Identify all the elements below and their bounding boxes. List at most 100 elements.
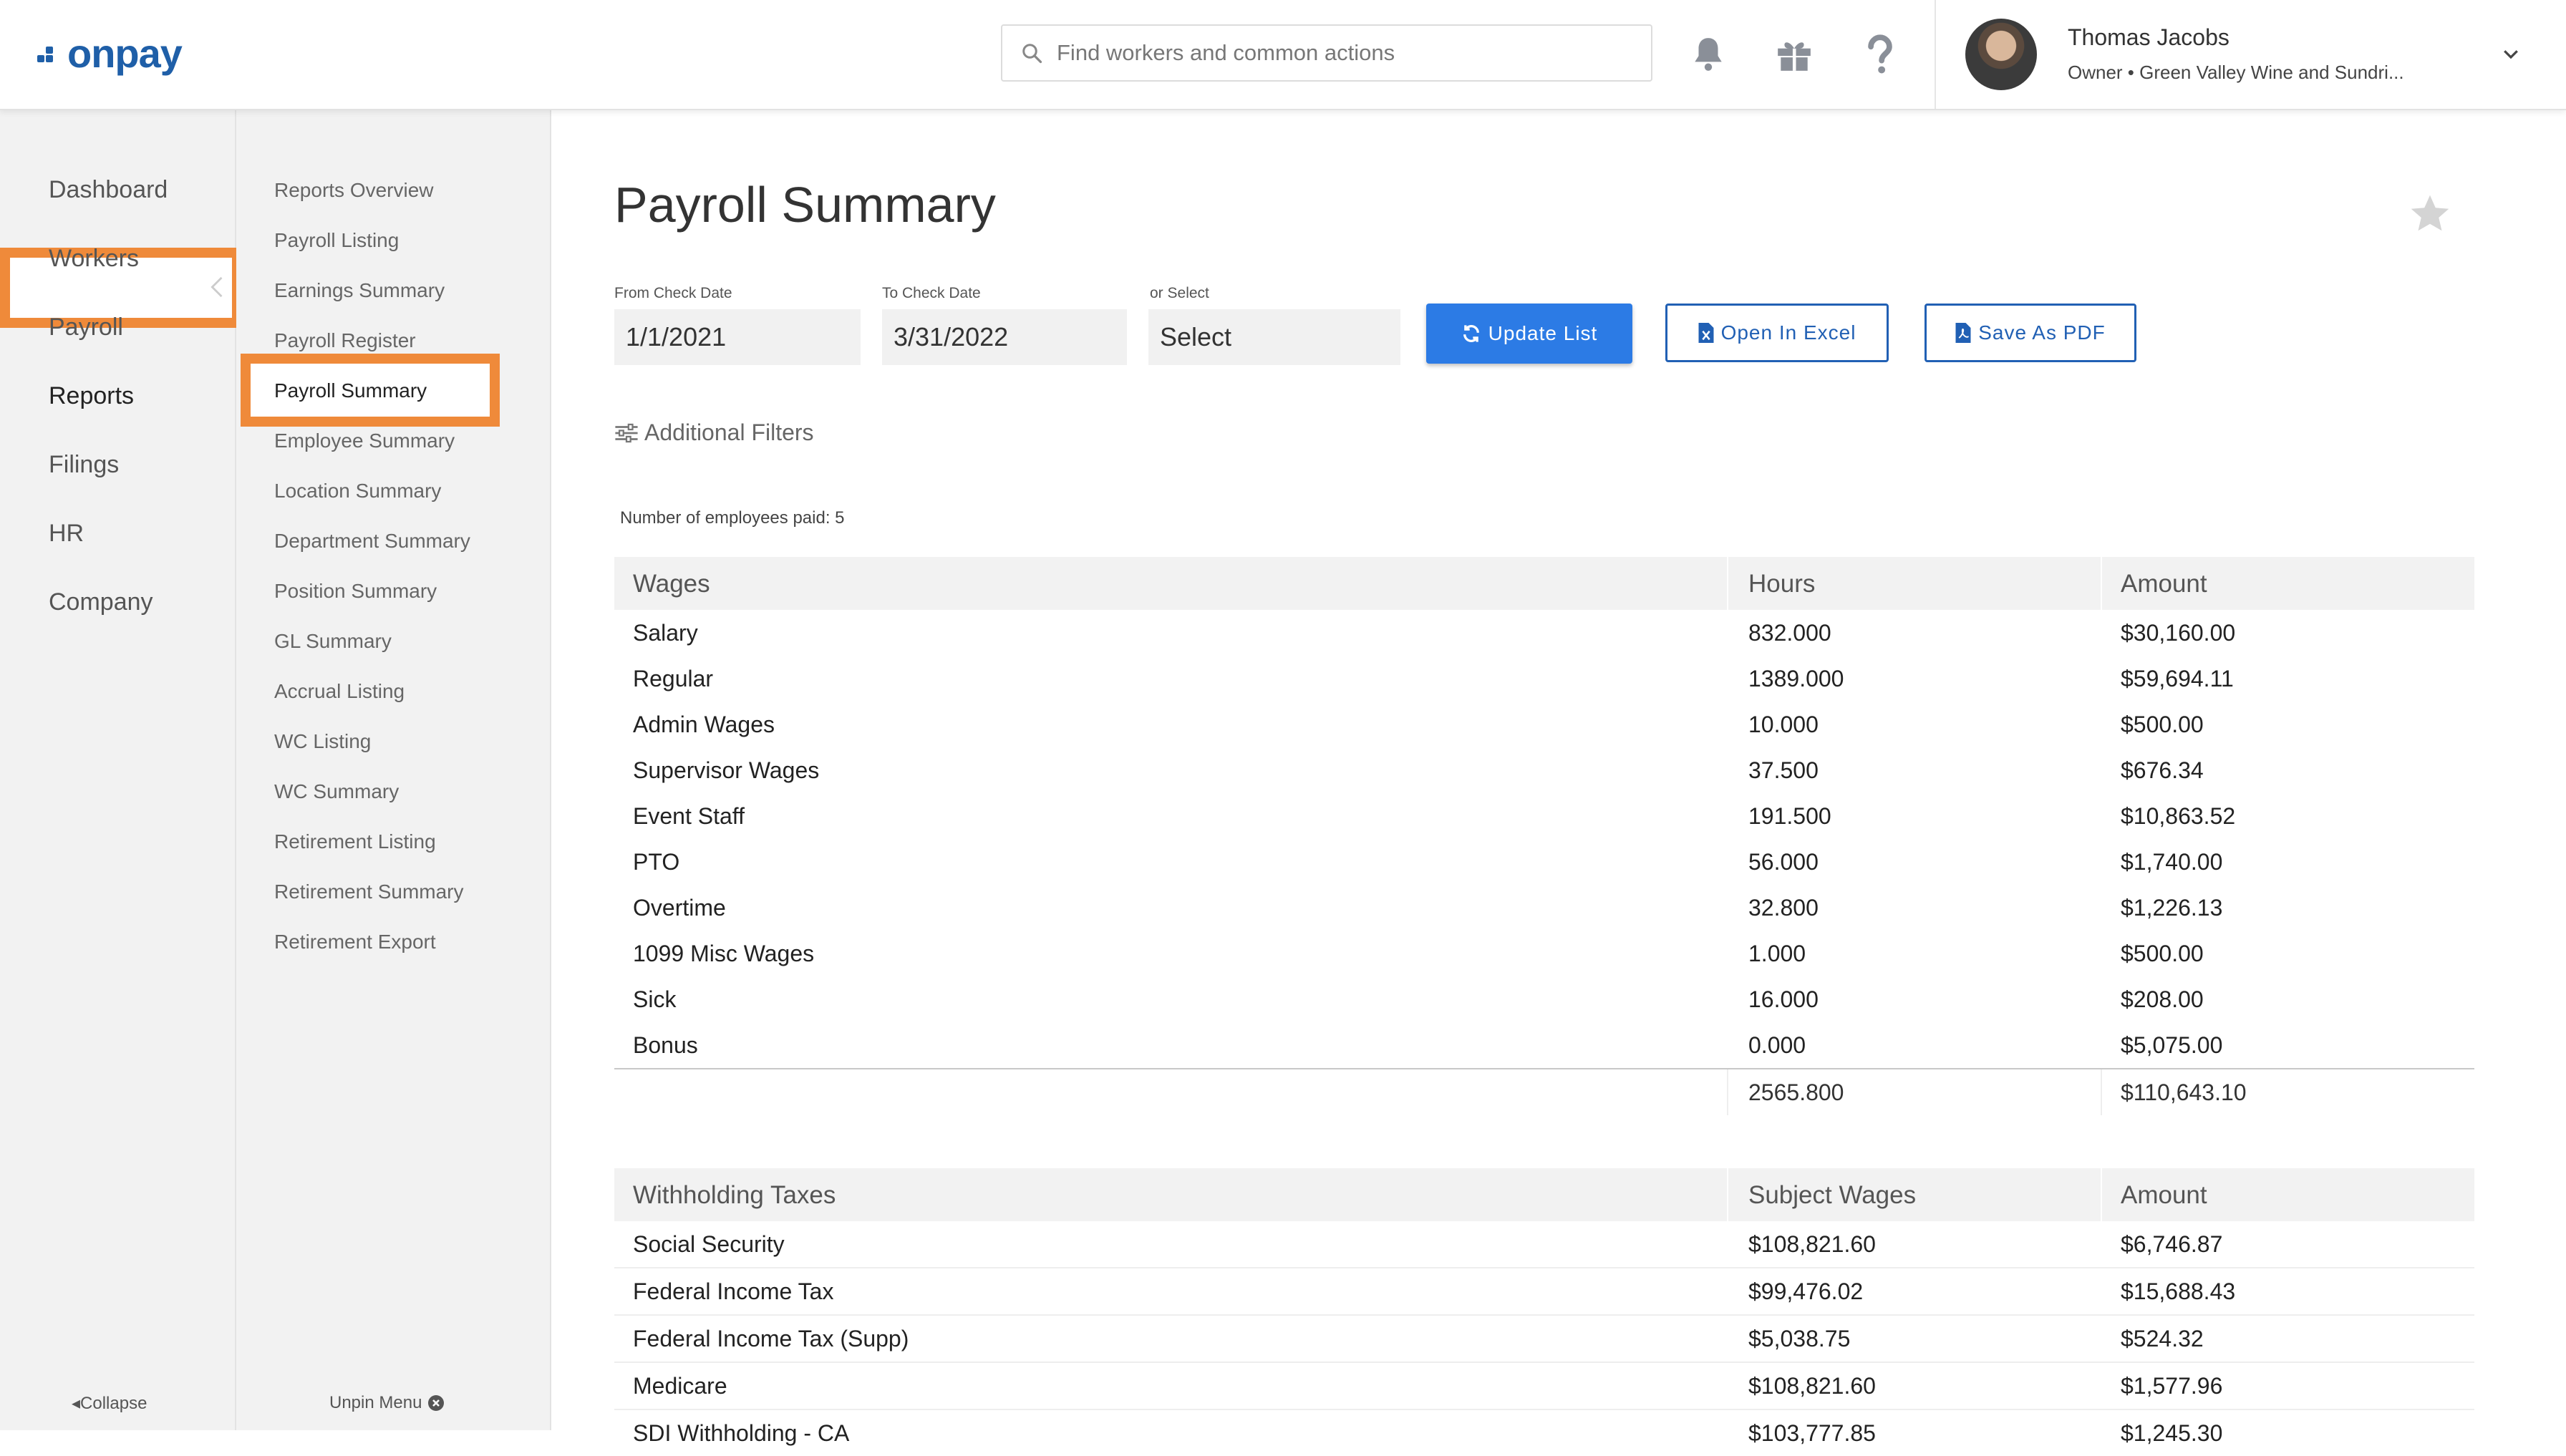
onpay-logo[interactable]: onpay [37, 31, 183, 76]
tax-amount: $15,688.43 [2121, 1278, 2236, 1304]
table-row: SDI Withholding - CA $103,777.85 $1,245.30 [614, 1410, 2474, 1456]
table-row: Social Security $108,821.60 $6,746.87 [614, 1221, 2474, 1268]
subnav-retirement-export[interactable]: Retirement Export [274, 931, 436, 953]
wage-hours: 16.000 [1748, 986, 1819, 1012]
pdf-file-icon [1955, 323, 1971, 343]
refresh-icon [1463, 325, 1479, 342]
nav-item-workers[interactable]: Workers [49, 245, 139, 273]
withholding-taxes-table: Withholding Taxes Subject Wages Amount S… [614, 1168, 2474, 1456]
nav-item-company[interactable]: Company [49, 588, 153, 616]
employees-paid-count: Number of employees paid: 5 [620, 508, 845, 528]
table-row: Federal Income Tax $99,476.02 $15,688.43 [614, 1268, 2474, 1316]
tax-amount: $6,746.87 [2121, 1231, 2223, 1257]
subnav-earnings-summary[interactable]: Earnings Summary [274, 279, 445, 302]
wage-amount: $500.00 [2121, 941, 2204, 966]
wage-hours: 0.000 [1748, 1032, 1806, 1058]
nav-item-hr[interactable]: HR [49, 520, 84, 548]
gift-icon[interactable] [1773, 33, 1816, 76]
user-divider [1935, 0, 1936, 109]
subnav-reports-overview[interactable]: Reports Overview [274, 179, 434, 202]
subnav-location-summary[interactable]: Location Summary [274, 480, 441, 503]
subnav-retirement-summary[interactable]: Retirement Summary [274, 880, 464, 903]
subnav-accrual-listing[interactable]: Accrual Listing [274, 680, 405, 703]
subnav-payroll-listing[interactable]: Payroll Listing [274, 229, 399, 252]
withholding-table-header: Withholding Taxes Subject Wages Amount [614, 1168, 2474, 1221]
tax-subject-wages: $108,821.60 [1748, 1373, 1876, 1399]
update-list-label: Update List [1488, 322, 1598, 344]
wages-total-row: 2565.800 $110,643.10 [614, 1068, 2474, 1115]
col-header-amount: Amount [2121, 570, 2207, 598]
search-box[interactable] [1001, 24, 1652, 82]
total-amount: $110,643.10 [2121, 1079, 2247, 1105]
col-header-amount: Amount [2121, 1181, 2207, 1209]
wage-amount: $500.00 [2121, 712, 2204, 737]
wage-type: Event Staff [633, 803, 745, 829]
unpin-menu-label: Unpin Menu [329, 1393, 422, 1412]
open-in-excel-button[interactable]: Open In Excel [1665, 304, 1889, 362]
wage-type: Regular [633, 666, 714, 691]
table-row: Sick 16.000 $208.00 [614, 976, 2474, 1022]
subnav-payroll-register[interactable]: Payroll Register [274, 329, 416, 352]
favorite-star-icon[interactable] [2408, 193, 2451, 238]
chevron-down-icon[interactable] [2500, 43, 2522, 68]
subnav-employee-summary[interactable]: Employee Summary [274, 429, 455, 452]
wage-amount: $676.34 [2121, 757, 2204, 783]
col-header-withholding-taxes: Withholding Taxes [633, 1181, 836, 1209]
tax-amount: $1,245.30 [2121, 1420, 2223, 1446]
nav-item-filings[interactable]: Filings [49, 451, 119, 479]
table-row: Medicare $108,821.60 $1,577.96 [614, 1363, 2474, 1410]
subnav-payroll-summary[interactable]: Payroll Summary [274, 379, 427, 402]
table-row: Overtime 32.800 $1,226.13 [614, 885, 2474, 931]
avatar[interactable] [1965, 19, 2037, 90]
period-select[interactable]: Select [1148, 309, 1400, 365]
tax-name: Social Security [633, 1231, 785, 1257]
table-row: PTO 56.000 $1,740.00 [614, 839, 2474, 885]
additional-filters-toggle[interactable]: Additional Filters [614, 419, 814, 446]
wage-type: Sick [633, 986, 677, 1012]
search-icon [1022, 44, 1042, 64]
total-hours: 2565.800 [1748, 1079, 1844, 1105]
wage-type: Overtime [633, 895, 726, 921]
to-date-label: To Check Date [882, 285, 981, 301]
notifications-bell-icon[interactable] [1687, 33, 1730, 76]
subnav-retirement-listing[interactable]: Retirement Listing [274, 830, 436, 853]
caret-left-icon: ◂ [72, 1394, 81, 1413]
search-input[interactable] [1055, 39, 1617, 67]
wage-amount: $59,694.11 [2121, 666, 2234, 691]
nav-item-dashboard[interactable]: Dashboard [49, 176, 168, 204]
sliders-icon [615, 423, 638, 442]
active-arrow-icon [209, 276, 223, 301]
nav-item-payroll[interactable]: Payroll [49, 314, 123, 341]
update-list-button[interactable]: Update List [1426, 304, 1632, 364]
wage-hours: 56.000 [1748, 849, 1819, 875]
from-date-input[interactable]: 1/1/2021 [614, 309, 861, 365]
save-as-pdf-button[interactable]: Save As PDF [1924, 304, 2136, 362]
wage-type: Bonus [633, 1032, 698, 1058]
user-role: Owner • Green Valley Wine and Sundri... [2068, 62, 2404, 83]
subnav-department-summary[interactable]: Department Summary [274, 530, 470, 553]
collapse-button[interactable]: ◂Collapse [72, 1393, 147, 1414]
subnav-wc-listing[interactable]: WC Listing [274, 730, 371, 753]
col-header-hours: Hours [1748, 570, 1816, 598]
nav-item-reports[interactable]: Reports [49, 382, 134, 410]
table-row: Regular 1389.000 $59,694.11 [614, 656, 2474, 702]
wages-table-header: Wages Hours Amount [614, 557, 2474, 610]
wages-table: Wages Hours Amount Salary 832.000 $30,160.… [614, 557, 2474, 1115]
table-row: Event Staff 191.500 $10,863.52 [614, 793, 2474, 839]
subnav-wc-summary[interactable]: WC Summary [274, 780, 399, 803]
save-as-pdf-label: Save As PDF [1978, 321, 2106, 344]
wage-hours: 37.500 [1748, 757, 1819, 783]
subnav-position-summary[interactable]: Position Summary [274, 580, 437, 603]
to-date-input[interactable]: 3/31/2022 [882, 309, 1127, 365]
help-question-icon[interactable] [1859, 33, 1902, 76]
user-name[interactable]: Thomas Jacobs [2068, 24, 2229, 51]
unpin-menu-button[interactable]: Unpin Menu [329, 1393, 445, 1413]
wage-hours: 191.500 [1748, 803, 1831, 829]
subnav-gl-summary[interactable]: GL Summary [274, 630, 392, 653]
tax-subject-wages: $103,777.85 [1748, 1420, 1876, 1446]
tax-name: SDI Withholding - CA [633, 1420, 850, 1446]
close-circle-icon [428, 1395, 445, 1411]
tax-subject-wages: $108,821.60 [1748, 1231, 1876, 1257]
table-row: Federal Income Tax (Supp) $5,038.75 $524.3… [614, 1316, 2474, 1363]
open-in-excel-label: Open In Excel [1720, 321, 1856, 344]
